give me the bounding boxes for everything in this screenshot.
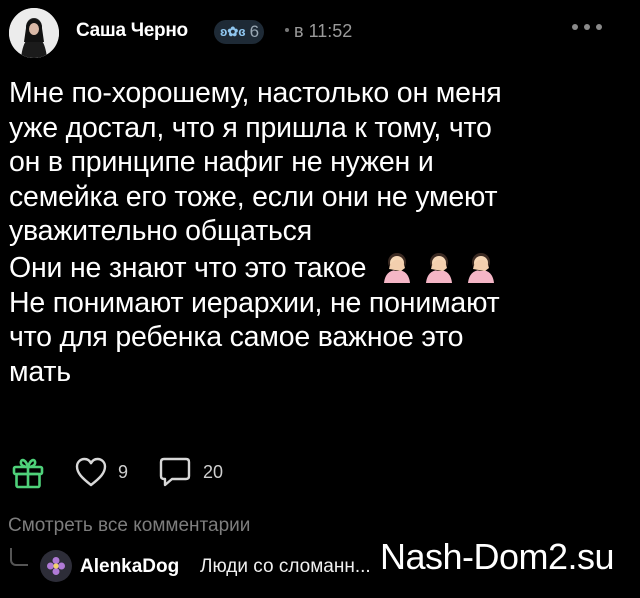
post-line: что для ребенка самое важное это [9,321,464,354]
like-count: 9 [118,462,129,482]
wings-icon: ʚ✿ɞ [220,24,246,39]
view-all-comments-link[interactable]: Смотреть все комментарии [8,515,250,537]
post-line-with-emoji: Они не знают что это такое [9,249,629,286]
more-options-icon[interactable] [572,24,602,30]
post-body: Мне по-хорошему, настолько он меня уже д… [9,76,629,389]
level-badge: ʚ✿ɞ 6 [214,20,264,44]
post-line: мать [9,355,71,388]
gift-icon [12,458,44,489]
level-number: 6 [249,22,260,41]
avatar-photo [9,8,59,58]
comment-count: 20 [203,462,224,482]
author-avatar[interactable] [9,8,59,58]
separator-dot [285,28,289,32]
author-name[interactable]: Саша Черно [76,20,188,42]
facepalm-woman-icon [468,252,495,283]
watermark: Nash-Dom2.su [380,536,615,577]
post-line: Мне по-хорошему, настолько он меня [9,77,502,109]
facepalm-woman-icon [384,252,411,283]
post-time: в 11:52 [294,21,353,41]
post-line: он в принципе нафиг не нужен и [9,146,434,179]
flower-icon [47,557,65,575]
post-line: семейка его тоже, если они не умеют [9,180,498,213]
heart-icon [75,457,107,487]
reply-branch-line [10,548,28,566]
gift-button[interactable] [10,454,46,495]
post-line: Они не знают что это такое [9,251,367,284]
commenter-name[interactable]: AlenkaDog [80,556,179,578]
comment-icon [159,457,191,487]
emoji-group [380,249,498,283]
post-actions: 9 20 [0,450,640,490]
comment-text: Люди со сломанн... [200,556,371,577]
comment-button[interactable] [158,456,192,493]
post-line: уже достал, что я пришла к тому, что [9,111,492,144]
post-line: уважительно общаться [9,215,312,248]
commenter-avatar[interactable] [40,550,72,582]
post-header: Саша Черно ʚ✿ɞ 6 в 11:52 [0,0,640,66]
facepalm-woman-icon [426,252,453,283]
post-line: Не понимают иерархии, не понимают [9,286,500,319]
like-button[interactable] [74,456,108,493]
